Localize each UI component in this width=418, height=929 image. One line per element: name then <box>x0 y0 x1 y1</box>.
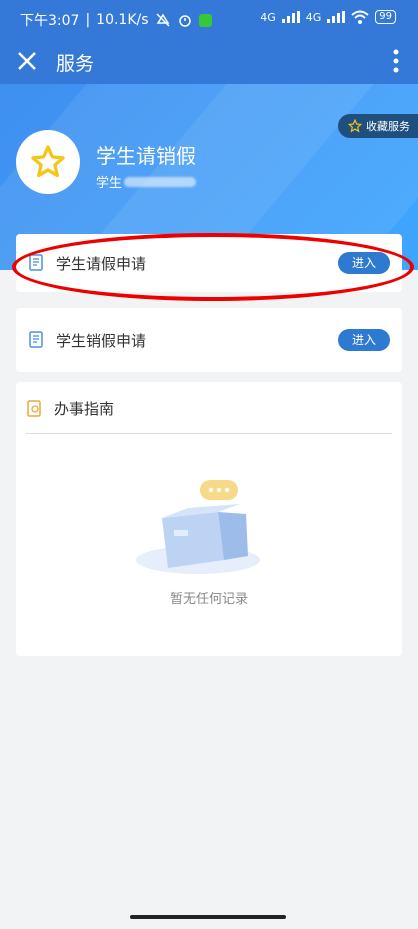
home-indicator[interactable] <box>130 915 286 919</box>
battery-indicator: 99 <box>375 10 396 24</box>
empty-state-text: 暂无任何记录 <box>169 592 248 607</box>
signal-net2: 4G <box>305 10 322 24</box>
page-title: 服务 <box>56 53 95 75</box>
wifi-icon <box>351 10 369 24</box>
leave-cancel-row[interactable]: 学生销假申请 进入 <box>16 308 402 372</box>
signal-icon-2 <box>327 11 346 23</box>
alarm-icon <box>178 15 191 27</box>
signal-icon <box>281 11 300 23</box>
status-separator: | <box>85 12 91 28</box>
app-bar: 服务 <box>0 38 418 84</box>
status-time: 下午3:07 <box>20 13 80 29</box>
more-vert-icon[interactable] <box>392 48 400 74</box>
form-icon <box>29 331 43 348</box>
favorite-service-button[interactable]: 收藏服务 <box>338 114 418 138</box>
service-title: 学生请销假 <box>96 144 196 168</box>
status-right: 4G 4G 99 <box>260 10 396 24</box>
guide-header: 办事指南 <box>16 382 402 419</box>
service-subtitle-prefix: 学生 <box>96 176 123 191</box>
service-avatar <box>16 130 80 194</box>
guide-title: 办事指南 <box>54 400 115 418</box>
status-left: 下午3:07 | 10.1K/s <box>20 10 212 30</box>
mute-icon <box>156 13 170 27</box>
redacted-text <box>124 176 197 187</box>
signal-net1: 4G <box>260 10 276 24</box>
star-outline-icon <box>348 119 362 133</box>
leave-cancel-card[interactable]: 学生销假申请 进入 <box>16 308 402 372</box>
status-speed: 10.1K/s <box>96 12 149 28</box>
guide-document-icon <box>27 399 41 417</box>
empty-box-illustration <box>136 480 260 574</box>
service-subtitle: 学生 <box>96 172 197 191</box>
highlight-annotation <box>12 233 414 301</box>
star-icon <box>31 145 65 178</box>
leave-cancel-enter-button[interactable]: 进入 <box>337 329 390 351</box>
guide-divider <box>26 433 392 434</box>
status-bar: 下午3:07 | 10.1K/s 4G 4G 99 <box>0 0 418 38</box>
favorite-service-label: 收藏服务 <box>366 120 410 133</box>
close-icon[interactable] <box>14 48 40 74</box>
app-notification-icon <box>198 13 212 27</box>
leave-cancel-label: 学生销假申请 <box>56 331 147 350</box>
